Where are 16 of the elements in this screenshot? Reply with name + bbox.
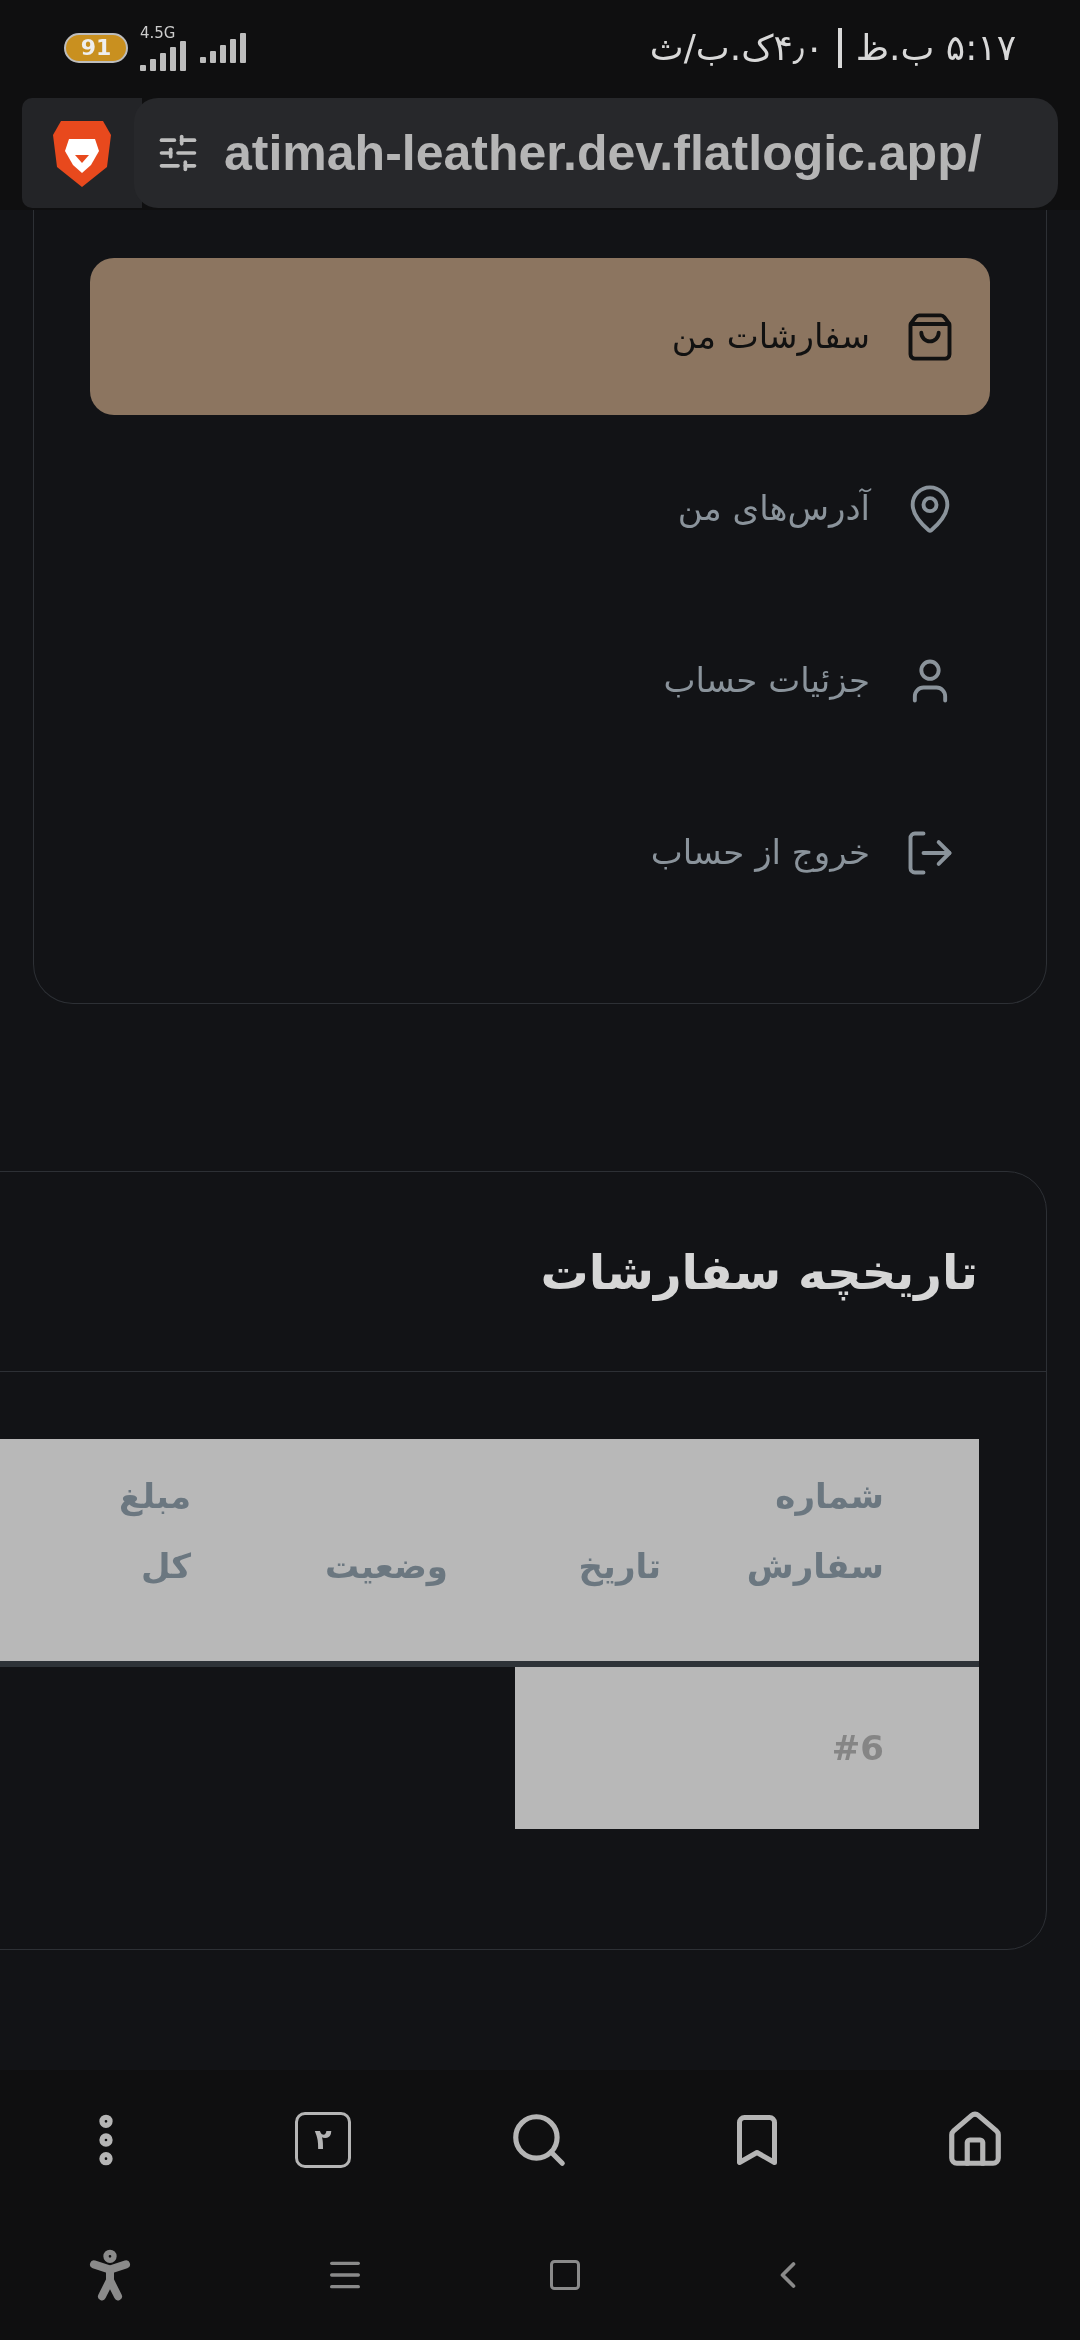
column-header: تاریخ — [577, 1545, 661, 1589]
signal-icon — [140, 40, 188, 71]
tabs-button[interactable]: ۲ — [295, 2112, 351, 2168]
column-header: شماره سفارش — [745, 1475, 884, 1588]
column-header: وضعیت — [323, 1545, 448, 1589]
network-speed: ۴٫۰ک.ب/ث — [649, 26, 824, 70]
signal-icon — [200, 33, 248, 63]
menu-item[interactable]: آدرس‌های من — [90, 430, 990, 587]
battery-indicator: 91 — [64, 33, 128, 63]
menu-item[interactable]: جزئیات حساب — [90, 602, 990, 759]
menu-item[interactable]: سفارشات من — [90, 258, 990, 415]
status-time: ۵:۱۷ ب.ظ — [855, 26, 1016, 70]
column-header: مبلغ کل — [117, 1475, 191, 1588]
section-title: تاریخچه سفارشات — [540, 1242, 978, 1303]
network-type: 4.5G — [140, 25, 176, 41]
menu-item[interactable]: خروج از حساب — [90, 774, 990, 931]
